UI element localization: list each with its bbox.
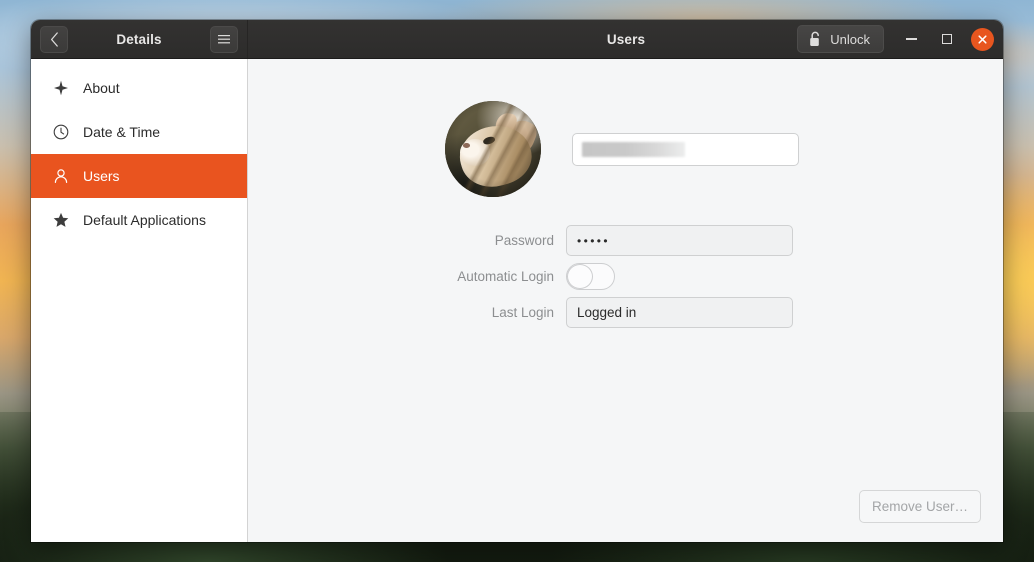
sparkle-icon	[52, 80, 69, 97]
settings-sidebar: About Date & Time Users Default Applicat…	[31, 59, 248, 542]
sidebar-item-label: About	[83, 80, 120, 96]
sidebar-item-default-applications[interactable]: Default Applications	[31, 198, 247, 242]
user-settings-form: Password ••••• Automatic Login Last Logi…	[248, 225, 1003, 328]
titlebar-main-section: Users Unlock	[248, 20, 1003, 58]
automatic-login-row: Automatic Login	[248, 263, 1003, 290]
menu-button[interactable]	[210, 25, 238, 53]
sidebar-item-date-time[interactable]: Date & Time	[31, 110, 247, 154]
window-body: About Date & Time Users Default Applicat…	[31, 59, 1003, 542]
close-icon	[978, 34, 987, 44]
back-button[interactable]	[40, 25, 68, 53]
sidebar-item-label: Date & Time	[83, 124, 161, 140]
password-label: Password	[494, 233, 554, 248]
password-row: Password •••••	[248, 225, 1003, 256]
maximize-icon	[942, 34, 952, 44]
person-icon	[52, 168, 69, 185]
window-titlebar: Details Users Unlock	[31, 20, 1003, 59]
window-controls	[899, 27, 994, 51]
last-login-label: Last Login	[491, 305, 554, 320]
padlock-open-icon	[810, 31, 820, 46]
users-panel: Password ••••• Automatic Login Last Logi…	[248, 59, 1003, 542]
sidebar-title: Details	[116, 31, 162, 47]
toggle-knob	[567, 264, 593, 289]
unlock-button[interactable]: Unlock	[797, 25, 884, 53]
automatic-login-label: Automatic Login	[457, 269, 554, 284]
unlock-label: Unlock	[830, 31, 870, 47]
close-button[interactable]	[971, 27, 994, 51]
remove-user-button[interactable]: Remove User…	[859, 490, 981, 523]
chevron-left-icon	[50, 31, 58, 47]
sidebar-item-about[interactable]: About	[31, 66, 247, 110]
last-login-value[interactable]: Logged in	[566, 297, 793, 328]
sidebar-item-label: Default Applications	[83, 212, 206, 228]
clock-icon	[52, 124, 69, 141]
password-dots: •••••	[577, 233, 611, 248]
minimize-icon	[905, 38, 917, 40]
user-identity-row	[248, 101, 1003, 197]
sidebar-item-label: Users	[83, 168, 120, 184]
maximize-button[interactable]	[935, 27, 959, 51]
avatar-vignette	[445, 101, 541, 197]
password-value[interactable]: •••••	[566, 225, 793, 256]
user-name-input[interactable]	[572, 132, 799, 166]
redacted-name-value	[582, 141, 685, 157]
hamburger-menu-icon	[218, 35, 230, 44]
star-icon	[52, 212, 69, 229]
automatic-login-toggle[interactable]	[566, 263, 615, 290]
avatar[interactable]	[445, 101, 541, 197]
minimize-button[interactable]	[899, 27, 923, 51]
titlebar-sidebar-section: Details	[31, 20, 248, 58]
last-login-row: Last Login Logged in	[248, 297, 1003, 328]
settings-window: Details Users Unlock About Date & Time U…	[31, 20, 1003, 542]
sidebar-item-users[interactable]: Users	[31, 154, 247, 198]
desktop-background: Details Users Unlock About Date & Time U…	[0, 0, 1034, 562]
